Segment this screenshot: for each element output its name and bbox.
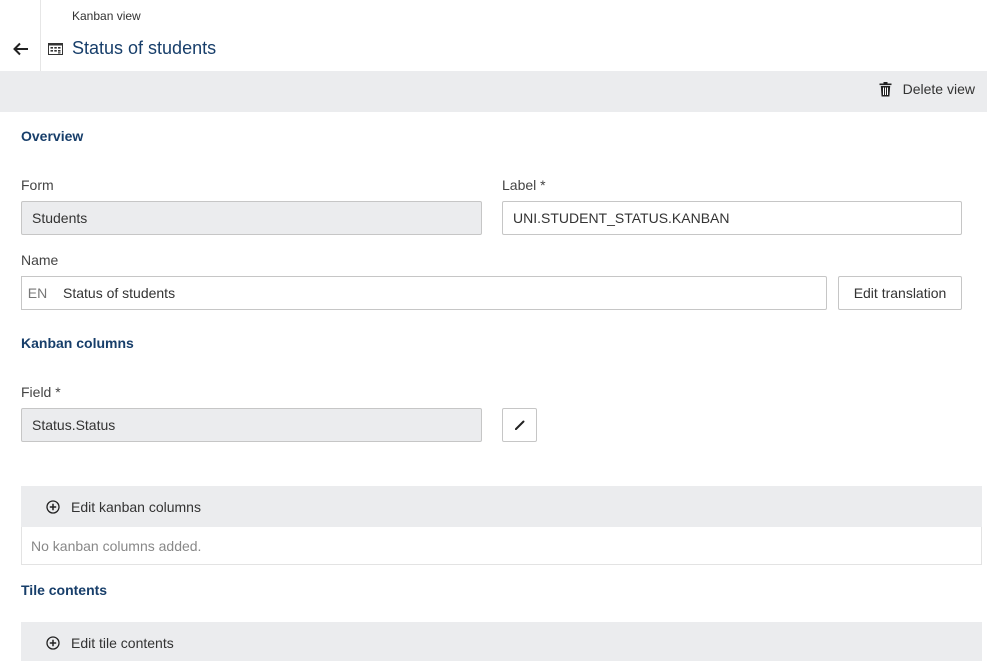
edit-field-button[interactable] [502,408,537,442]
header-divider [40,0,41,71]
kanban-columns-empty-state: No kanban columns added. [21,527,982,565]
delete-view-label: Delete view [902,81,975,97]
edit-translation-button[interactable]: Edit translation [838,276,962,310]
plus-circle-icon [46,635,60,650]
kanban-columns-section-title: Kanban columns [21,335,134,351]
arrow-left-icon [13,42,28,56]
label-input[interactable]: UNI.STUDENT_STATUS.KANBAN [502,201,962,235]
pencil-icon [514,420,524,430]
overview-section-title: Overview [21,128,84,144]
toolbar: Delete view [0,71,987,112]
field-input: Status.Status [21,408,482,442]
language-prefix: EN [21,276,54,310]
page-title: Status of students [72,38,217,58]
name-input[interactable]: Status of students [53,276,827,310]
label-field-label: Label * [502,177,546,193]
back-button[interactable] [10,38,32,60]
breadcrumb: Kanban view [72,9,141,23]
trash-icon [879,81,892,96]
edit-kanban-columns-label: Edit kanban columns [71,498,201,515]
field-label: Field * [21,384,61,400]
page-header: Kanban view Status of students [0,0,987,71]
form-label: Form [21,177,54,193]
edit-tile-contents-button[interactable]: Edit tile contents [21,622,982,661]
name-label: Name [21,252,59,268]
form-field: Students [21,201,482,235]
tile-contents-section-title: Tile contents [21,582,108,598]
delete-view-button[interactable]: Delete view [879,81,975,97]
edit-tile-contents-label: Edit tile contents [71,634,174,651]
plus-circle-icon [46,499,60,514]
edit-kanban-columns-button[interactable]: Edit kanban columns [21,486,982,527]
kanban-board-icon [48,43,63,55]
